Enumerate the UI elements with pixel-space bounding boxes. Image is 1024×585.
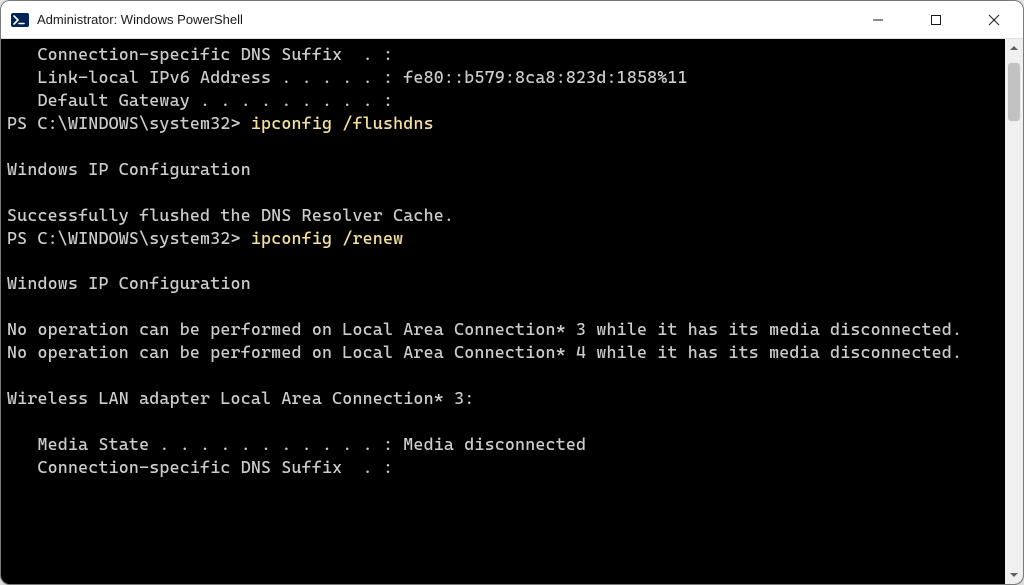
terminal-prompt-line: PS C:\WINDOWS\system32> ipconfig /renew: [7, 227, 999, 250]
powershell-icon: [11, 11, 29, 29]
terminal-line: [7, 295, 999, 318]
terminal-line: [7, 364, 999, 387]
terminal-line: Link-local IPv6 Address . . . . . : fe80…: [7, 66, 999, 89]
titlebar[interactable]: Administrator: Windows PowerShell: [1, 1, 1023, 39]
terminal-line: Default Gateway . . . . . . . . . :: [7, 89, 999, 112]
terminal-line: [7, 410, 999, 433]
prompt: PS C:\WINDOWS\system32>: [7, 228, 251, 248]
terminal-line: Connection-specific DNS Suffix . :: [7, 43, 999, 66]
scrollbar-down-arrow[interactable]: [1005, 566, 1023, 584]
terminal-line: [7, 249, 999, 272]
command: ipconfig /flushdns: [251, 113, 434, 133]
terminal-line: Media State . . . . . . . . . . . : Medi…: [7, 433, 999, 456]
terminal-line: Successfully flushed the DNS Resolver Ca…: [7, 204, 999, 227]
command: ipconfig /renew: [251, 228, 403, 248]
prompt: PS C:\WINDOWS\system32>: [7, 113, 251, 133]
maximize-button[interactable]: [907, 1, 965, 38]
terminal-line: Connection-specific DNS Suffix . :: [7, 456, 999, 479]
terminal-line: Windows IP Configuration: [7, 272, 999, 295]
terminal-wrapper: Connection-specific DNS Suffix . : Link-…: [1, 39, 1023, 584]
terminal-output[interactable]: Connection-specific DNS Suffix . : Link-…: [1, 39, 1005, 584]
terminal-line: No operation can be performed on Local A…: [7, 341, 999, 364]
terminal-line: No operation can be performed on Local A…: [7, 318, 999, 341]
terminal-line: [7, 135, 999, 158]
terminal-prompt-line: PS C:\WINDOWS\system32> ipconfig /flushd…: [7, 112, 999, 135]
terminal-line: [7, 181, 999, 204]
scrollbar-track[interactable]: [1005, 39, 1023, 584]
window-title: Administrator: Windows PowerShell: [37, 12, 849, 27]
terminal-line: Windows IP Configuration: [7, 158, 999, 181]
app-window: Administrator: Windows PowerShell Connec…: [0, 0, 1024, 585]
minimize-button[interactable]: [849, 1, 907, 38]
scrollbar-up-arrow[interactable]: [1005, 39, 1023, 57]
close-button[interactable]: [965, 1, 1023, 38]
window-controls: [849, 1, 1023, 38]
terminal-line: Wireless LAN adapter Local Area Connecti…: [7, 387, 999, 410]
scrollbar-thumb[interactable]: [1008, 63, 1020, 121]
